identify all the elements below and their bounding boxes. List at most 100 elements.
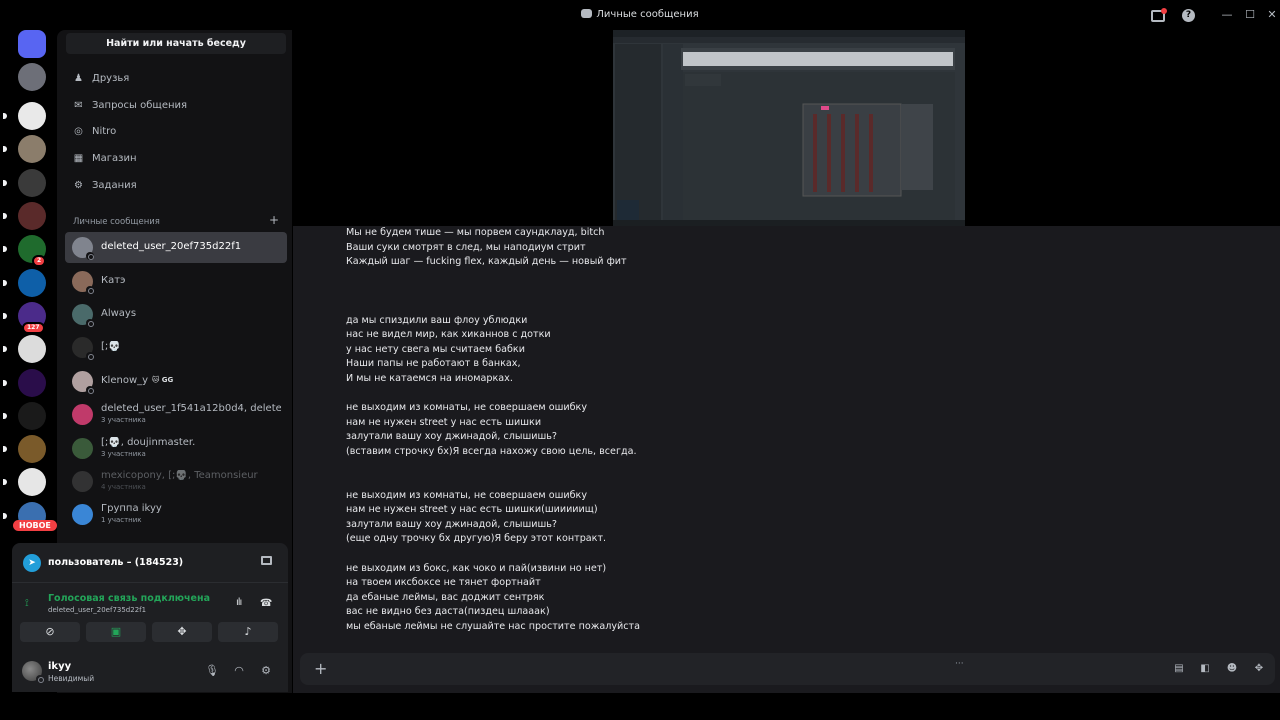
dm-name: Группа ikyy xyxy=(101,503,162,514)
disconnect-icon[interactable]: ☎ xyxy=(260,598,272,609)
search-button[interactable]: Найти или начать беседу xyxy=(66,33,286,54)
screen-share-button[interactable]: ▣ xyxy=(86,622,146,642)
message-line: нас не видел мир, как хиканнов с дотки xyxy=(346,329,551,341)
dm-item[interactable]: Катэ xyxy=(65,266,287,297)
message-line: нам не нужен street у нас есть шишки(шии… xyxy=(346,504,598,516)
quests-icon: ⚙ xyxy=(74,180,83,191)
dm-name: deleted_user_1f541a12b0d4, deleted... xyxy=(101,403,281,414)
typing-indicator: ··· xyxy=(955,659,964,669)
camera-off-button[interactable]: ⊘ xyxy=(20,622,80,642)
server-icon[interactable] xyxy=(18,202,46,230)
title-bar: Личные сообщения ? — ☐ ✕ xyxy=(0,0,1280,30)
message-line: не выходим из бокс, как чоко и пай(извин… xyxy=(346,562,607,574)
server-icon[interactable] xyxy=(18,468,46,496)
unread-indicator xyxy=(3,113,7,119)
nav-nitro-label: Nitro xyxy=(92,126,117,137)
unread-indicator xyxy=(3,246,7,252)
unread-indicator xyxy=(3,313,7,319)
nav-friends-label: Друзья xyxy=(92,73,130,84)
member-count: 3 участника xyxy=(101,416,146,424)
avatar xyxy=(72,504,93,525)
message-line: Мы не будем тише — мы порвем саундклауд,… xyxy=(346,227,605,238)
activities-button[interactable]: ✥ xyxy=(152,622,212,642)
message-line: не выходим из комнаты, не совершаем ошиб… xyxy=(346,402,587,414)
nav-shop[interactable]: ▦ Магазин xyxy=(71,149,137,169)
stream-stage xyxy=(293,30,1280,226)
status-indicator xyxy=(86,386,94,394)
nav-requests[interactable]: ✉ Запросы общения xyxy=(71,96,187,116)
nav-friends[interactable]: ♟ Друзья xyxy=(71,69,129,89)
server-icon[interactable] xyxy=(18,169,46,197)
screen-share-on-icon: ▣ xyxy=(110,625,122,638)
user-panel: ikyy Невидимый 🎙 ◠ ⚙ xyxy=(12,650,288,692)
dm-item[interactable]: Always xyxy=(65,299,287,330)
message-line: не выходим из комнаты, не совершаем ошиб… xyxy=(346,489,587,501)
message-line: И мы не катаемся на иномарках. xyxy=(346,372,513,384)
message-line xyxy=(346,460,1046,475)
screen-share-icon[interactable] xyxy=(261,556,272,565)
activities-icon: ✥ xyxy=(177,625,187,638)
dm-item[interactable]: mexicopony, [;💀, Teamonsieur 4 участника xyxy=(65,466,287,497)
gift-icon[interactable]: ▤ xyxy=(1172,662,1186,676)
message-line: нам не нужен street у нас есть шишки xyxy=(346,416,542,428)
soundboard-button[interactable]: ♪ xyxy=(218,622,278,642)
unread-indicator xyxy=(3,146,7,152)
username[interactable]: ikyy xyxy=(48,661,71,672)
new-badge[interactable]: НОВОЕ xyxy=(13,520,57,531)
member-count: 4 участника xyxy=(101,483,146,491)
close-button[interactable]: ✕ xyxy=(1265,8,1279,22)
stream-video[interactable] xyxy=(613,30,965,226)
server-icon[interactable] xyxy=(18,369,46,397)
message-line xyxy=(346,270,1046,285)
message-line: (вставим строчку бх)Я всегда нахожу свою… xyxy=(346,445,637,457)
help-icon[interactable]: ? xyxy=(1182,9,1195,22)
message-line: Ваши суки смотрят в след, мы наподиум ст… xyxy=(346,241,586,253)
dm-item[interactable]: deleted_user_20ef735d22f1 xyxy=(65,232,287,263)
server-icon[interactable] xyxy=(18,135,46,163)
voice-status[interactable]: Голосовая связь подключена xyxy=(48,593,210,604)
sticker-icon[interactable]: ◧ xyxy=(1198,662,1212,676)
emoji-icon[interactable]: ☻ xyxy=(1225,662,1239,676)
add-dm-button[interactable]: + xyxy=(269,213,279,227)
dm-item[interactable]: [;💀, doujinmaster. 3 участника xyxy=(65,433,287,464)
dm-item[interactable]: deleted_user_1f541a12b0d4, deleted... 3 у… xyxy=(65,399,287,430)
dm-name: [;💀, doujinmaster. xyxy=(101,437,196,448)
server-icon[interactable] xyxy=(18,402,46,430)
nav-nitro[interactable]: ◎ Nitro xyxy=(71,122,116,142)
dm-item[interactable]: Группа ikyy 1 участник xyxy=(65,499,287,530)
nav-quests-label: Задания xyxy=(92,180,137,191)
apps-icon[interactable]: ✥ xyxy=(1252,662,1266,676)
message-line: Наши папы не работают в банках, xyxy=(346,358,521,370)
voice-channel[interactable]: deleted_user_20ef735d22f1 xyxy=(48,606,146,614)
maximize-button[interactable]: ☐ xyxy=(1243,8,1257,22)
server-icon[interactable] xyxy=(18,102,46,130)
server-icon[interactable] xyxy=(18,435,46,463)
status-indicator xyxy=(86,352,94,360)
settings-icon[interactable]: ⚙ xyxy=(259,664,273,678)
inbox-icon[interactable] xyxy=(1151,8,1167,22)
unread-indicator xyxy=(3,479,7,485)
dm-item[interactable]: Klenow_y 🐱 GG xyxy=(65,366,287,397)
dm-name: deleted_user_20ef735d22f1 xyxy=(101,241,242,252)
mic-icon[interactable]: 🎙 xyxy=(205,664,219,678)
unread-indicator xyxy=(3,180,7,186)
nav-quests[interactable]: ⚙ Задания xyxy=(71,176,137,196)
message-line xyxy=(346,547,1046,562)
nav-requests-label: Запросы общения xyxy=(92,100,188,111)
server-icon[interactable] xyxy=(18,335,46,363)
minimize-button[interactable]: — xyxy=(1220,8,1234,22)
message-line xyxy=(346,299,1046,314)
server-icon[interactable] xyxy=(18,30,46,58)
signal-icon[interactable]: ⟟ xyxy=(25,598,37,610)
dm-item[interactable]: [;💀 xyxy=(65,332,287,363)
noise-suppression-icon[interactable]: ılı xyxy=(236,597,249,609)
mention-badge: 2 xyxy=(32,255,47,267)
message-composer[interactable]: + ··· ▤ ◧ ☻ ✥ xyxy=(300,653,1275,685)
server-icon[interactable] xyxy=(18,269,46,297)
server-icon[interactable] xyxy=(18,63,46,91)
add-attachment-button[interactable]: + xyxy=(314,659,327,678)
mention-badge: 127 xyxy=(22,322,45,334)
headphones-icon[interactable]: ◠ xyxy=(232,664,246,678)
status-indicator xyxy=(36,675,44,683)
message-line: Каждый шаг — fucking flex, каждый день —… xyxy=(346,256,627,268)
